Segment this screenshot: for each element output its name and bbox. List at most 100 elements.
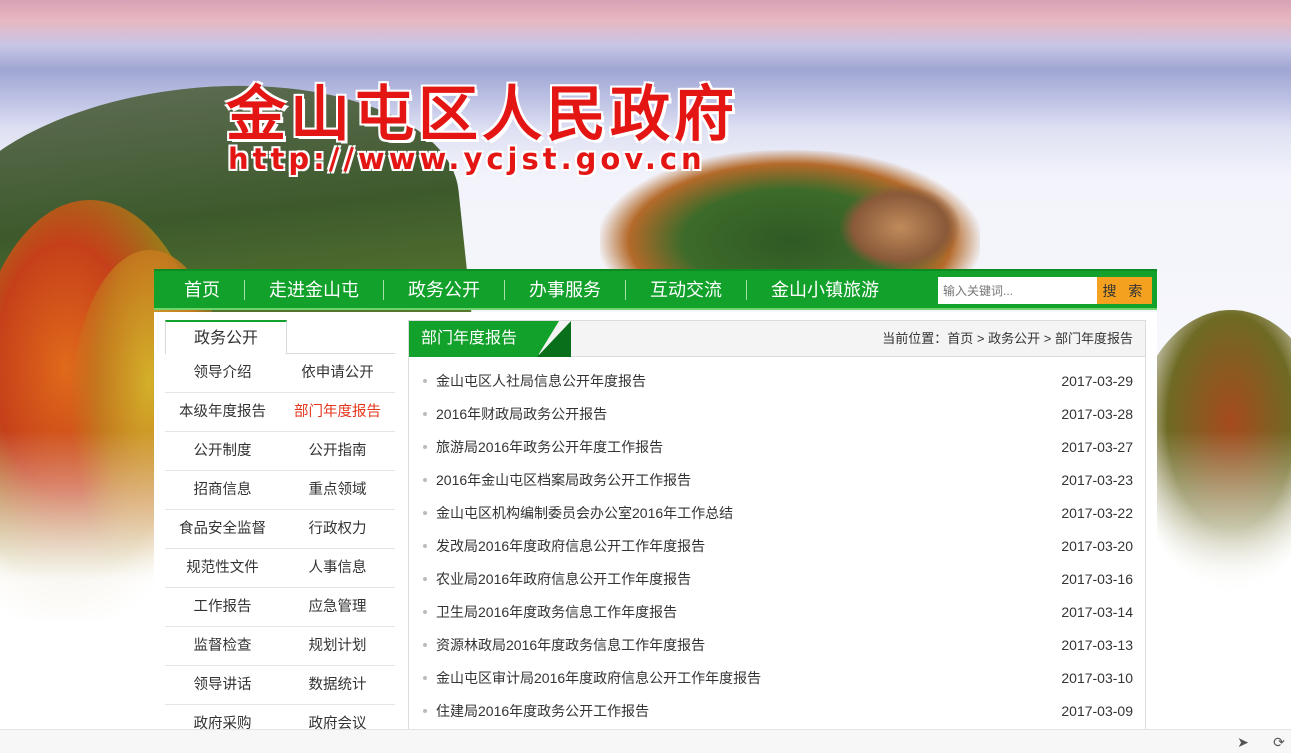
bullet-icon	[423, 477, 427, 482]
sidebar-item[interactable]: 应急管理	[280, 588, 395, 627]
sidebar-item[interactable]: 招商信息	[165, 471, 280, 510]
article-title[interactable]: 发改局2016年度政府信息公开工作年度报告	[436, 538, 705, 554]
sidebar-item[interactable]: 依申请公开	[280, 354, 395, 393]
article-link[interactable]: 资源林政局2016年度政务信息工作年度报告	[423, 629, 705, 662]
sidebar-item[interactable]: 领导讲话	[165, 666, 280, 705]
site-url: http://www.ycjst.gov.cn	[228, 142, 706, 176]
article-title[interactable]: 农业局2016年政府信息公开工作年度报告	[436, 571, 691, 587]
sidebar-item[interactable]: 规范性文件	[165, 549, 280, 588]
sidebar-item[interactable]: 数据统计	[280, 666, 395, 705]
rocket-icon[interactable]: ➤	[1234, 733, 1252, 751]
article-date: 2017-03-16	[1061, 571, 1133, 587]
list-item: 金山屯区审计局2016年度政府信息公开工作年度报告 2017-03-10	[423, 662, 1133, 695]
article-panel: 部门年度报告 当前位置：首页 > 政务公开 > 部门年度报告 金山屯区人社局信息…	[408, 320, 1146, 753]
sidebar-item[interactable]: 食品安全监督	[165, 510, 280, 549]
article-link[interactable]: 住建局2016年度政务公开工作报告	[423, 695, 649, 728]
sidebar-item[interactable]: 部门年度报告	[280, 393, 395, 432]
article-title[interactable]: 资源林政局2016年度政务信息工作年度报告	[436, 637, 705, 653]
article-date: 2017-03-20	[1061, 538, 1133, 554]
article-link[interactable]: 2016年金山屯区档案局政务公开工作报告	[423, 464, 691, 497]
sidebar-item[interactable]: 本级年度报告	[165, 393, 280, 432]
article-link[interactable]: 金山屯区审计局2016年度政府信息公开工作年度报告	[423, 662, 761, 695]
bullet-icon	[423, 378, 427, 383]
rock-decoration	[840, 185, 960, 270]
article-link[interactable]: 旅游局2016年政务公开年度工作报告	[423, 431, 663, 464]
bullet-icon	[423, 609, 427, 614]
bullet-icon	[423, 642, 427, 647]
breadcrumb-separator: >	[976, 331, 985, 346]
search-button[interactable]: 搜 索	[1097, 277, 1152, 304]
sidebar-item[interactable]: 重点领域	[280, 471, 395, 510]
sidebar-item[interactable]: 领导介绍	[165, 354, 280, 393]
breadcrumb-prefix: 当前位置：	[882, 331, 948, 346]
sidebar-item[interactable]: 公开指南	[280, 432, 395, 471]
bullet-icon	[423, 510, 427, 515]
breadcrumb-current[interactable]: 部门年度报告	[1055, 331, 1133, 346]
panel-title: 部门年度报告	[409, 321, 539, 357]
sidebar-item[interactable]: 规划计划	[280, 627, 395, 666]
sidebar-item[interactable]: 监督检查	[165, 627, 280, 666]
bullet-icon	[423, 543, 427, 548]
article-title[interactable]: 金山屯区人社局信息公开年度报告	[436, 373, 646, 389]
list-item: 住建局2016年度政务公开工作报告 2017-03-09	[423, 695, 1133, 728]
main-nav: 首页 走进金山屯 政务公开 办事服务 互动交流 金山小镇旅游 搜 索	[154, 269, 1157, 310]
article-date: 2017-03-10	[1061, 670, 1133, 686]
sidebar-title: 政务公开	[165, 320, 287, 354]
article-title[interactable]: 2016年金山屯区档案局政务公开工作报告	[436, 472, 691, 488]
browser-status-bar: ➤ ⟳	[0, 729, 1291, 753]
bullet-icon	[423, 675, 427, 680]
article-link[interactable]: 农业局2016年政府信息公开工作年度报告	[423, 563, 691, 596]
nav-item-tourism[interactable]: 金山小镇旅游	[747, 280, 903, 300]
nav-item-services[interactable]: 办事服务	[505, 279, 626, 300]
nav-item-home[interactable]: 首页	[154, 279, 245, 300]
refresh-icon[interactable]: ⟳	[1270, 733, 1288, 751]
list-item: 2016年财政局政务公开报告 2017-03-28	[423, 398, 1133, 431]
article-link[interactable]: 金山屯区机构编制委员会办公室2016年工作总结	[423, 497, 733, 530]
article-date: 2017-03-23	[1061, 472, 1133, 488]
article-date: 2017-03-22	[1061, 505, 1133, 521]
article-link[interactable]: 发改局2016年度政府信息公开工作年度报告	[423, 530, 705, 563]
search-input[interactable]	[938, 277, 1097, 304]
sidebar: 政务公开 领导介绍 依申请公开 本级年度报告 部门年度报告 公开制度 公开指南 招商信息 重点…	[165, 320, 395, 744]
article-date: 2017-03-28	[1061, 406, 1133, 422]
breadcrumb-separator: >	[1043, 331, 1052, 346]
bullet-icon	[423, 576, 427, 581]
site-title: 金山屯区人民政府	[226, 80, 738, 150]
article-link[interactable]: 金山屯区人社局信息公开年度报告	[423, 365, 646, 398]
breadcrumb-gov-affairs[interactable]: 政务公开	[988, 331, 1040, 346]
bullet-icon	[423, 444, 427, 449]
article-title[interactable]: 旅游局2016年政务公开年度工作报告	[436, 439, 663, 455]
sidebar-item[interactable]: 工作报告	[165, 588, 280, 627]
sidebar-item[interactable]: 行政权力	[280, 510, 395, 549]
article-title[interactable]: 卫生局2016年度政务信息工作年度报告	[436, 604, 677, 620]
article-list: 金山屯区人社局信息公开年度报告 2017-03-29 2016年财政局政务公开报告 2…	[409, 357, 1145, 728]
article-date: 2017-03-29	[1061, 373, 1133, 389]
article-title[interactable]: 金山屯区机构编制委员会办公室2016年工作总结	[436, 505, 733, 521]
article-title[interactable]: 2016年财政局政务公开报告	[436, 406, 607, 422]
nav-item-interaction[interactable]: 互动交流	[626, 279, 747, 300]
nav-item-gov-affairs[interactable]: 政务公开	[384, 279, 505, 300]
breadcrumb-home[interactable]: 首页	[947, 331, 973, 346]
list-item: 发改局2016年度政府信息公开工作年度报告 2017-03-20	[423, 530, 1133, 563]
list-item: 金山屯区机构编制委员会办公室2016年工作总结 2017-03-22	[423, 497, 1133, 530]
article-date: 2017-03-14	[1061, 604, 1133, 620]
list-item: 金山屯区人社局信息公开年度报告 2017-03-29	[423, 365, 1133, 398]
article-date: 2017-03-27	[1061, 439, 1133, 455]
article-link[interactable]: 2016年财政局政务公开报告	[423, 398, 607, 431]
sidebar-item[interactable]: 人事信息	[280, 549, 395, 588]
breadcrumb: 当前位置：首页 > 政务公开 > 部门年度报告	[882, 321, 1133, 357]
list-item: 2016年金山屯区档案局政务公开工作报告 2017-03-23	[423, 464, 1133, 497]
nav-item-about[interactable]: 走进金山屯	[245, 279, 384, 300]
article-title[interactable]: 金山屯区审计局2016年度政府信息公开工作年度报告	[436, 670, 761, 686]
article-date: 2017-03-13	[1061, 637, 1133, 653]
article-link[interactable]: 卫生局2016年度政务信息工作年度报告	[423, 596, 677, 629]
bullet-icon	[423, 708, 427, 713]
sidebar-menu: 领导介绍 依申请公开 本级年度报告 部门年度报告 公开制度 公开指南 招商信息 重点领域 食品安…	[165, 354, 395, 744]
list-item: 农业局2016年政府信息公开工作年度报告 2017-03-16	[423, 563, 1133, 596]
article-title[interactable]: 住建局2016年度政务公开工作报告	[436, 703, 649, 719]
sidebar-item[interactable]: 公开制度	[165, 432, 280, 471]
title-tab-decoration	[537, 321, 571, 357]
bullet-icon	[423, 411, 427, 416]
panel-header: 部门年度报告 当前位置：首页 > 政务公开 > 部门年度报告	[409, 321, 1145, 357]
list-item: 资源林政局2016年度政务信息工作年度报告 2017-03-13	[423, 629, 1133, 662]
